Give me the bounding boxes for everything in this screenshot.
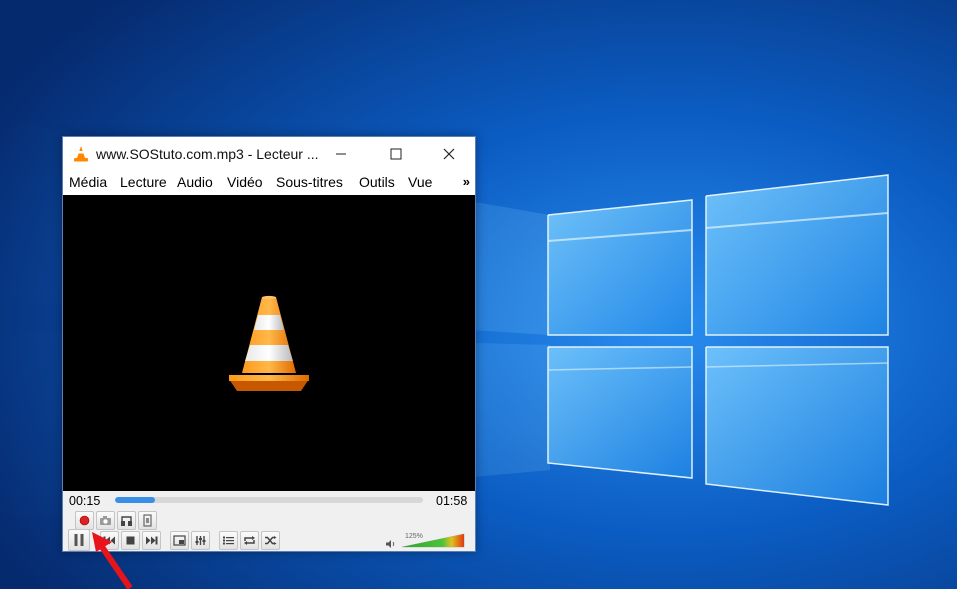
frame-step-icon [143, 514, 152, 527]
vlc-cone-logo [229, 295, 309, 391]
close-button[interactable] [426, 137, 472, 170]
playlist-button[interactable] [219, 531, 238, 550]
snapshot-button[interactable] [96, 511, 115, 530]
vlc-cone-icon [74, 146, 88, 162]
maximize-icon [390, 148, 402, 159]
close-icon [443, 148, 455, 159]
playlist-icon [223, 536, 234, 545]
menu-audio[interactable]: Audio [177, 174, 213, 190]
loop-ab-icon [121, 516, 132, 526]
shuffle-button[interactable] [261, 531, 280, 550]
maximize-button[interactable] [373, 137, 419, 170]
next-button[interactable] [142, 531, 161, 550]
speaker-icon[interactable] [385, 539, 397, 549]
repeat-icon [244, 536, 255, 545]
skip-next-icon [146, 536, 158, 545]
total-time: 01:58 [436, 494, 468, 508]
seek-bar[interactable] [115, 497, 423, 503]
video-area[interactable] [63, 195, 475, 491]
red-arrow-annotation [92, 532, 133, 589]
frame-by-frame-button[interactable] [138, 511, 157, 530]
pause-button[interactable] [68, 529, 90, 551]
window-title: www.SOStuto.com.mp3 - Lecteur ... [96, 146, 319, 162]
fullscreen-button[interactable] [170, 531, 189, 550]
minimize-button[interactable] [318, 137, 364, 170]
record-icon [79, 515, 90, 526]
menu-video[interactable]: Vidéo [227, 174, 263, 190]
vlc-window: www.SOStuto.com.mp3 - Lecteur ... Média … [62, 136, 476, 552]
volume-slider[interactable] [401, 533, 465, 548]
loop-ab-button[interactable] [117, 511, 136, 530]
extended-settings-button[interactable] [191, 531, 210, 550]
title-bar[interactable]: www.SOStuto.com.mp3 - Lecteur ... [63, 137, 475, 170]
camera-icon [100, 516, 111, 525]
fullscreen-icon [173, 535, 186, 546]
menu-vue[interactable]: Vue [408, 174, 432, 190]
equalizer-icon [195, 536, 206, 545]
minimize-icon [336, 153, 346, 154]
seek-bar-progress [115, 497, 156, 503]
menu-outils[interactable]: Outils [359, 174, 395, 190]
menu-sous-titres[interactable]: Sous-titres [276, 174, 343, 190]
menu-lecture[interactable]: Lecture [120, 174, 167, 190]
pause-icon [74, 534, 84, 546]
menu-overflow-chevron[interactable]: » [463, 174, 470, 189]
loop-button[interactable] [240, 531, 259, 550]
shuffle-icon [265, 536, 277, 545]
menu-bar: Média Lecture Audio Vidéo Sous-titres Ou… [63, 170, 475, 194]
record-button[interactable] [75, 511, 94, 530]
menu-media[interactable]: Média [69, 174, 107, 190]
elapsed-time: 00:15 [69, 494, 101, 508]
